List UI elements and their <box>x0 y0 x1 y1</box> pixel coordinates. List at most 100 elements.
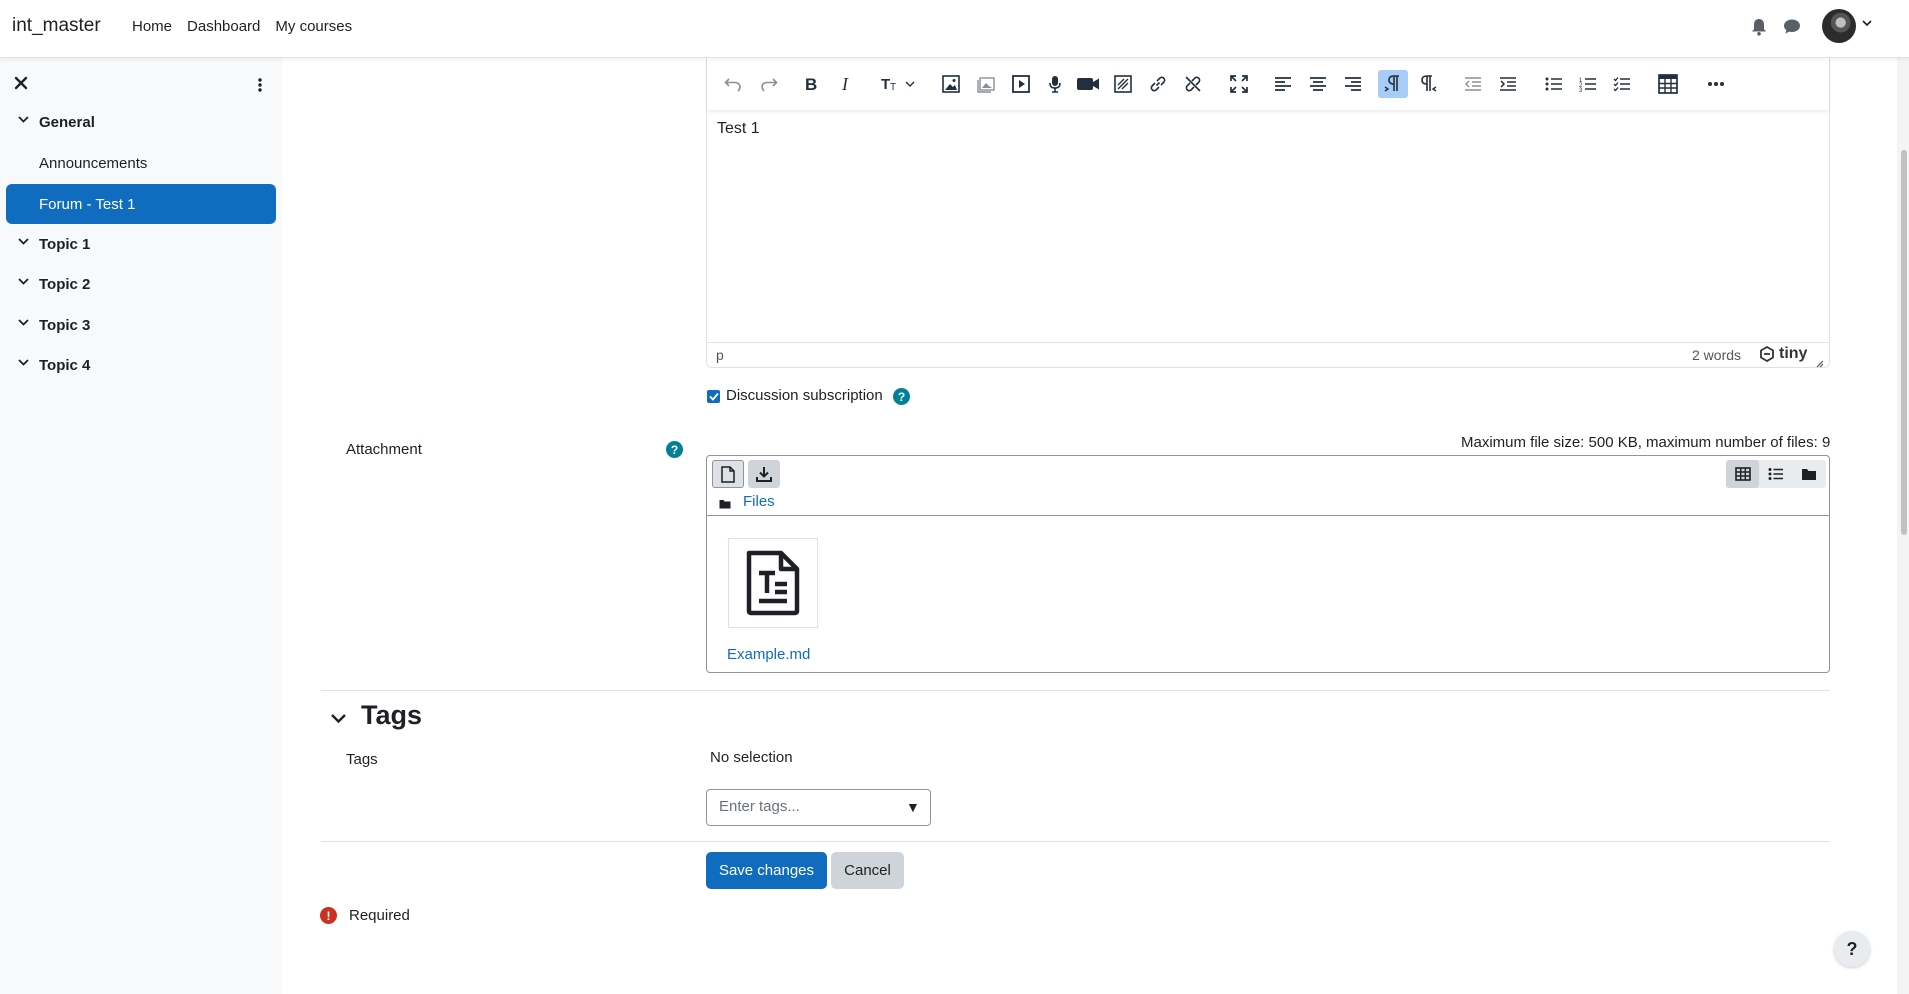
video-camera-icon[interactable] <box>1073 70 1103 98</box>
user-avatar[interactable] <box>1822 9 1856 43</box>
svg-text:B: B <box>805 76 817 92</box>
tiny-logo-icon <box>1760 346 1774 362</box>
tree-view-button[interactable] <box>1792 460 1825 488</box>
sidebar-item-label: Topic 4 <box>39 356 91 374</box>
left-to-right-icon[interactable] <box>1378 70 1408 98</box>
sidebar-section-topic-2[interactable]: Topic 2 <box>6 264 276 304</box>
dropdown-arrow-icon[interactable]: ▼ <box>906 799 920 815</box>
list-icon <box>1768 468 1783 480</box>
sidebar-item-label: Topic 1 <box>39 235 91 253</box>
page-scrollbar-thumb[interactable] <box>1901 150 1907 535</box>
help-floating-button[interactable]: ? <box>1834 931 1870 967</box>
file-icon <box>721 465 735 483</box>
text-document-icon <box>746 550 800 616</box>
more-options-icon[interactable] <box>1701 70 1731 98</box>
indent-icon[interactable] <box>1493 70 1523 98</box>
kebab-menu-icon[interactable] <box>258 78 262 92</box>
cancel-button[interactable]: Cancel <box>831 852 904 889</box>
editor-content-area[interactable]: Test 1 <box>717 120 760 138</box>
sidebar-item-label: Topic 3 <box>39 316 91 334</box>
list-view-button[interactable] <box>1759 460 1792 488</box>
unlink-icon[interactable] <box>1178 70 1208 98</box>
chevron-down-icon[interactable] <box>18 319 29 326</box>
attachment-label: Attachment <box>346 441 422 458</box>
chevron-down-icon[interactable] <box>18 116 29 123</box>
align-center-icon[interactable] <box>1303 70 1333 98</box>
sidebar-item-announcements[interactable]: Announcements <box>6 143 276 183</box>
nav-dashboard-link[interactable]: Dashboard <box>187 18 260 35</box>
undo-icon[interactable] <box>718 70 748 98</box>
help-icon[interactable]: ? <box>666 441 683 458</box>
element-path[interactable]: p <box>716 347 724 363</box>
required-exclamation-icon: ! <box>320 907 337 924</box>
word-count[interactable]: 2 words <box>1692 347 1741 363</box>
sidebar-item-label: General <box>39 113 95 131</box>
resize-handle-icon[interactable] <box>1815 355 1824 371</box>
file-thumbnail[interactable] <box>728 538 818 628</box>
fullscreen-icon[interactable] <box>1224 70 1254 98</box>
sidebar-section-topic-1[interactable]: Topic 1 <box>6 224 276 264</box>
align-right-icon[interactable] <box>1338 70 1368 98</box>
site-brand[interactable]: int_master <box>12 15 101 37</box>
checkmark-icon <box>708 392 719 401</box>
image-icon[interactable] <box>936 70 966 98</box>
add-file-button[interactable] <box>712 460 744 488</box>
svg-text:3: 3 <box>1579 88 1583 92</box>
messages-chat-icon[interactable] <box>1783 18 1801 35</box>
download-button[interactable] <box>748 460 780 488</box>
files-path-link[interactable]: Files <box>743 493 775 510</box>
close-drawer-icon[interactable] <box>14 76 28 90</box>
tiny-brand-logo[interactable]: tiny <box>1759 345 1807 363</box>
sidebar-section-topic-4[interactable]: Topic 4 <box>6 345 276 385</box>
course-index-drawer: General Announcements Forum - Test 1 Top… <box>0 58 282 994</box>
primary-navigation: Home Dashboard My courses <box>132 18 352 35</box>
help-icon[interactable]: ? <box>893 388 910 405</box>
icons-view-button[interactable] <box>1726 460 1759 488</box>
tags-collapse-chevron-down-icon[interactable] <box>331 710 346 727</box>
sidebar-item-forum-test-1[interactable]: Forum - Test 1 <box>6 184 276 224</box>
sidebar-item-label: Forum - Test 1 <box>39 195 136 213</box>
user-menu-chevron-down-icon[interactable] <box>1862 20 1872 27</box>
nav-my-courses-link[interactable]: My courses <box>275 18 352 35</box>
sidebar-section-topic-3[interactable]: Topic 3 <box>6 305 276 345</box>
microphone-icon[interactable] <box>1040 70 1070 98</box>
tags-input[interactable] <box>719 798 899 815</box>
nav-home-link[interactable]: Home <box>132 18 172 35</box>
chevron-down-icon[interactable] <box>18 238 29 245</box>
file-name-link[interactable]: Example.md <box>727 646 810 663</box>
numbered-list-icon[interactable]: 123 <box>1573 70 1603 98</box>
view-mode-group <box>1726 460 1826 488</box>
sidebar-section-general[interactable]: General <box>6 102 276 142</box>
editor-toolbar: B I TT 123 <box>707 58 1829 110</box>
discussion-subscription-label[interactable]: Discussion subscription <box>726 387 883 404</box>
bullet-list-icon[interactable] <box>1539 70 1569 98</box>
outdent-icon[interactable] <box>1458 70 1488 98</box>
tags-section-heading[interactable]: Tags <box>361 700 422 731</box>
link-icon[interactable] <box>1143 70 1173 98</box>
bold-icon[interactable]: B <box>796 70 826 98</box>
chevron-down-icon[interactable] <box>18 359 29 366</box>
top-navbar: int_master Home Dashboard My courses <box>0 0 1909 58</box>
table-icon[interactable] <box>1653 70 1683 98</box>
save-changes-button[interactable]: Save changes <box>706 852 827 889</box>
download-icon <box>756 467 772 482</box>
right-to-left-icon[interactable] <box>1413 70 1443 98</box>
italic-icon[interactable]: I <box>831 70 861 98</box>
sidebar-item-label: Announcements <box>39 154 148 172</box>
media-manager-icon[interactable] <box>971 70 1001 98</box>
tiny-brand-text: tiny <box>1779 345 1808 362</box>
svg-text:T: T <box>881 76 890 92</box>
svg-text:T: T <box>890 82 896 92</box>
video-icon[interactable] <box>1006 70 1036 98</box>
align-left-icon[interactable] <box>1268 70 1298 98</box>
file-manager: Files Example.md <box>706 455 1830 673</box>
h5p-icon[interactable] <box>1108 70 1138 98</box>
notifications-bell-icon[interactable] <box>1751 18 1767 36</box>
chevron-down-icon[interactable] <box>18 278 29 285</box>
font-size-icon[interactable]: TT <box>877 70 921 98</box>
file-manager-toolbar: Files <box>707 456 1829 516</box>
checklist-icon[interactable] <box>1607 70 1637 98</box>
tags-autocomplete[interactable]: ▼ <box>706 789 931 826</box>
discussion-subscription-checkbox[interactable] <box>707 390 720 403</box>
redo-icon[interactable] <box>754 70 784 98</box>
